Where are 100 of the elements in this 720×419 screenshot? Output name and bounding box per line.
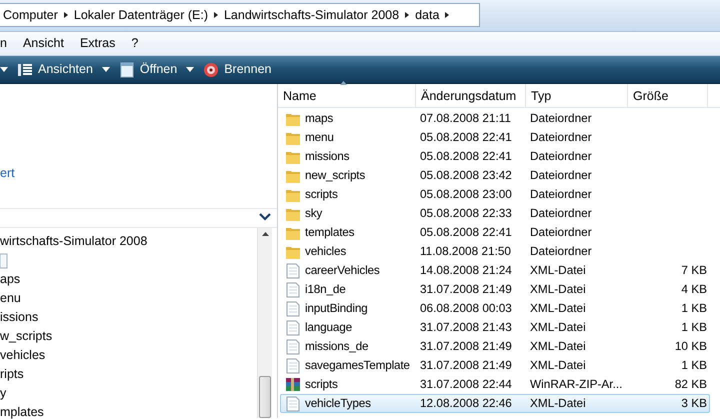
address-bar[interactable]: Computer Lokaler Datenträger (E:) Landwirtschafts-Simulator 2008 data xyxy=(0,3,480,27)
file-row[interactable]: menu 05.08.2008 22:41 Dateiordner xyxy=(280,128,710,147)
file-row[interactable]: missions 05.08.2008 22:41 Dateiordner xyxy=(280,147,710,166)
type-cell-text: Dateiordner xyxy=(529,128,593,146)
size-cell-text: 1 KB xyxy=(680,300,708,317)
toolbar-button[interactable]: Öffnen xyxy=(114,60,182,79)
file-row[interactable]: templates 05.08.2008 22:41 Dateiordner xyxy=(280,223,710,242)
document-icon xyxy=(285,282,301,298)
size-cell-text: 3 KB xyxy=(680,394,708,412)
archive-books-icon xyxy=(285,376,301,392)
column-header[interactable]: Größe xyxy=(628,84,708,107)
type-cell-text: XML-Datei xyxy=(529,318,587,336)
file-name: missions_de xyxy=(305,338,368,355)
type-cell-text: Dateiordner xyxy=(529,224,593,241)
file-row[interactable]: new_scripts 05.08.2008 23:42 Dateiordner xyxy=(280,166,710,185)
sort-arrow-icon xyxy=(340,81,347,85)
type-cell-text: Dateiordner xyxy=(529,110,593,127)
type-cell-text: Dateiordner xyxy=(529,204,593,222)
type-cell-text: WinRAR-ZIP-Ar... xyxy=(529,376,624,393)
size-cell-text: 7 KB xyxy=(680,262,708,279)
file-name: vehicles xyxy=(305,242,346,260)
breadcrumb-link[interactable]: Computer xyxy=(0,6,61,24)
file-row[interactable]: vehicleTypes 12.08.2008 22:46 XML-Datei 3 KB xyxy=(280,394,710,413)
date-cell-text: 05.08.2008 23:42 xyxy=(419,166,513,184)
tree-item[interactable]: vehicles xyxy=(0,346,256,365)
menu-item[interactable]: Ansicht xyxy=(14,34,72,53)
date-cell-text: 07.08.2008 21:11 xyxy=(419,110,512,127)
document-icon xyxy=(285,262,301,278)
tree-item[interactable]: ripts xyxy=(0,365,256,384)
size-cell-text: 1 KB xyxy=(680,356,708,374)
type-cell-text: XML-Datei xyxy=(529,300,587,317)
toolbar-button[interactable]: Brennen xyxy=(199,60,276,79)
file-row[interactable]: missions_de 31.07.2008 21:49 XML-Datei 10 KB xyxy=(280,337,710,356)
file-name: scripts xyxy=(305,186,338,203)
menu-item[interactable]: ? xyxy=(123,34,146,53)
document-icon xyxy=(285,300,301,316)
file-name: missions xyxy=(305,148,350,165)
tree-item[interactable]: wirtschafts-Simulator 2008 xyxy=(0,232,256,251)
file-row[interactable]: scripts 05.08.2008 23:00 Dateiordner xyxy=(280,185,710,204)
scrollbar-thumb[interactable] xyxy=(259,376,271,418)
breadcrumb-link[interactable]: Lokaler Datenträger (E:) xyxy=(70,6,211,24)
tree-item[interactable]: mplates xyxy=(0,403,256,419)
date-cell-text: 31.07.2008 22:44 xyxy=(419,376,513,393)
type-cell-text: XML-Datei xyxy=(529,394,587,412)
file-row[interactable]: savegamesTemplate 31.07.2008 21:49 XML-Datei 1 KB xyxy=(280,356,710,375)
file-name: language xyxy=(305,318,352,336)
file-name: inputBinding xyxy=(305,300,368,317)
date-cell-text: 11.08.2008 21:50 xyxy=(419,242,512,260)
tree-item[interactable]: w_scripts xyxy=(0,327,256,346)
toolbar-button[interactable]: Ansichten xyxy=(13,60,97,79)
list-view-icon xyxy=(17,62,33,78)
size-cell-text: 4 KB xyxy=(680,280,708,298)
file-row[interactable]: careerVehicles 14.08.2008 21:24 XML-Datei 7 KB xyxy=(280,261,710,280)
file-name: i18n_de xyxy=(305,280,346,298)
menu-item[interactable]: n xyxy=(0,34,15,53)
file-row[interactable]: language 31.07.2008 21:43 XML-Datei 1 KB xyxy=(280,318,710,337)
file-row[interactable]: i18n_de 31.07.2008 21:49 XML-Datei 4 KB xyxy=(280,280,710,299)
tree-item[interactable]: enu xyxy=(0,289,256,308)
breadcrumb-link[interactable]: data xyxy=(412,6,442,24)
disc-icon xyxy=(203,62,220,78)
document-icon xyxy=(285,396,301,412)
scrollbar[interactable] xyxy=(257,228,272,418)
type-cell-text: XML-Datei xyxy=(529,338,587,355)
date-cell-text: 05.08.2008 22:41 xyxy=(419,148,513,165)
file-row[interactable]: maps 07.08.2008 21:11 Dateiordner xyxy=(280,109,710,128)
menu-item[interactable]: Extras xyxy=(72,34,124,53)
date-cell-text: 12.08.2008 22:46 xyxy=(419,394,513,412)
file-row[interactable]: vehicles 11.08.2008 21:50 Dateiordner xyxy=(280,242,710,261)
file-name: menu xyxy=(305,128,334,146)
file-name: scripts xyxy=(305,376,338,393)
file-name: careerVehicles xyxy=(305,262,380,279)
notepad-icon xyxy=(118,62,135,78)
file-name: maps xyxy=(305,110,334,127)
type-cell-text: Dateiordner xyxy=(529,186,593,203)
chevron-down-icon xyxy=(259,213,271,221)
type-cell-text: XML-Datei xyxy=(529,262,587,279)
size-cell-text: 82 KB xyxy=(674,376,708,393)
tree-item[interactable]: aps xyxy=(0,270,256,289)
date-cell-text: 14.08.2008 21:24 xyxy=(419,262,513,279)
type-cell-text: Dateiordner xyxy=(529,166,593,184)
breadcrumb-link[interactable]: Landwirtschafts-Simulator 2008 xyxy=(220,6,402,24)
column-header[interactable]: Name xyxy=(278,84,416,107)
file-row[interactable]: inputBinding 06.08.2008 00:03 XML-Datei 1 KB xyxy=(280,299,710,318)
type-cell-text: XML-Datei xyxy=(529,356,587,374)
file-row[interactable]: sky 05.08.2008 22:33 Dateiordner xyxy=(280,204,710,223)
date-cell-text: 05.08.2008 23:00 xyxy=(419,186,513,203)
date-cell-text: 31.07.2008 21:49 xyxy=(419,356,513,374)
column-header[interactable]: Änderungsdatum xyxy=(416,84,526,107)
column-header[interactable]: Typ xyxy=(526,84,628,107)
file-row[interactable]: scripts 31.07.2008 22:44 WinRAR-ZIP-Ar... 82 KB xyxy=(280,375,710,394)
tree-item[interactable]: issions xyxy=(0,308,256,327)
file-name: vehicleTypes xyxy=(305,394,371,412)
document-icon xyxy=(0,252,8,269)
date-cell-text: 31.07.2008 21:49 xyxy=(419,338,513,355)
type-cell-text: XML-Datei xyxy=(529,280,587,298)
scroll-up-icon xyxy=(262,232,269,236)
caret-icon xyxy=(102,66,110,72)
tree-item[interactable]: y xyxy=(0,384,256,403)
link[interactable]: ert xyxy=(0,164,15,183)
size-cell-text: 10 KB xyxy=(674,338,708,355)
